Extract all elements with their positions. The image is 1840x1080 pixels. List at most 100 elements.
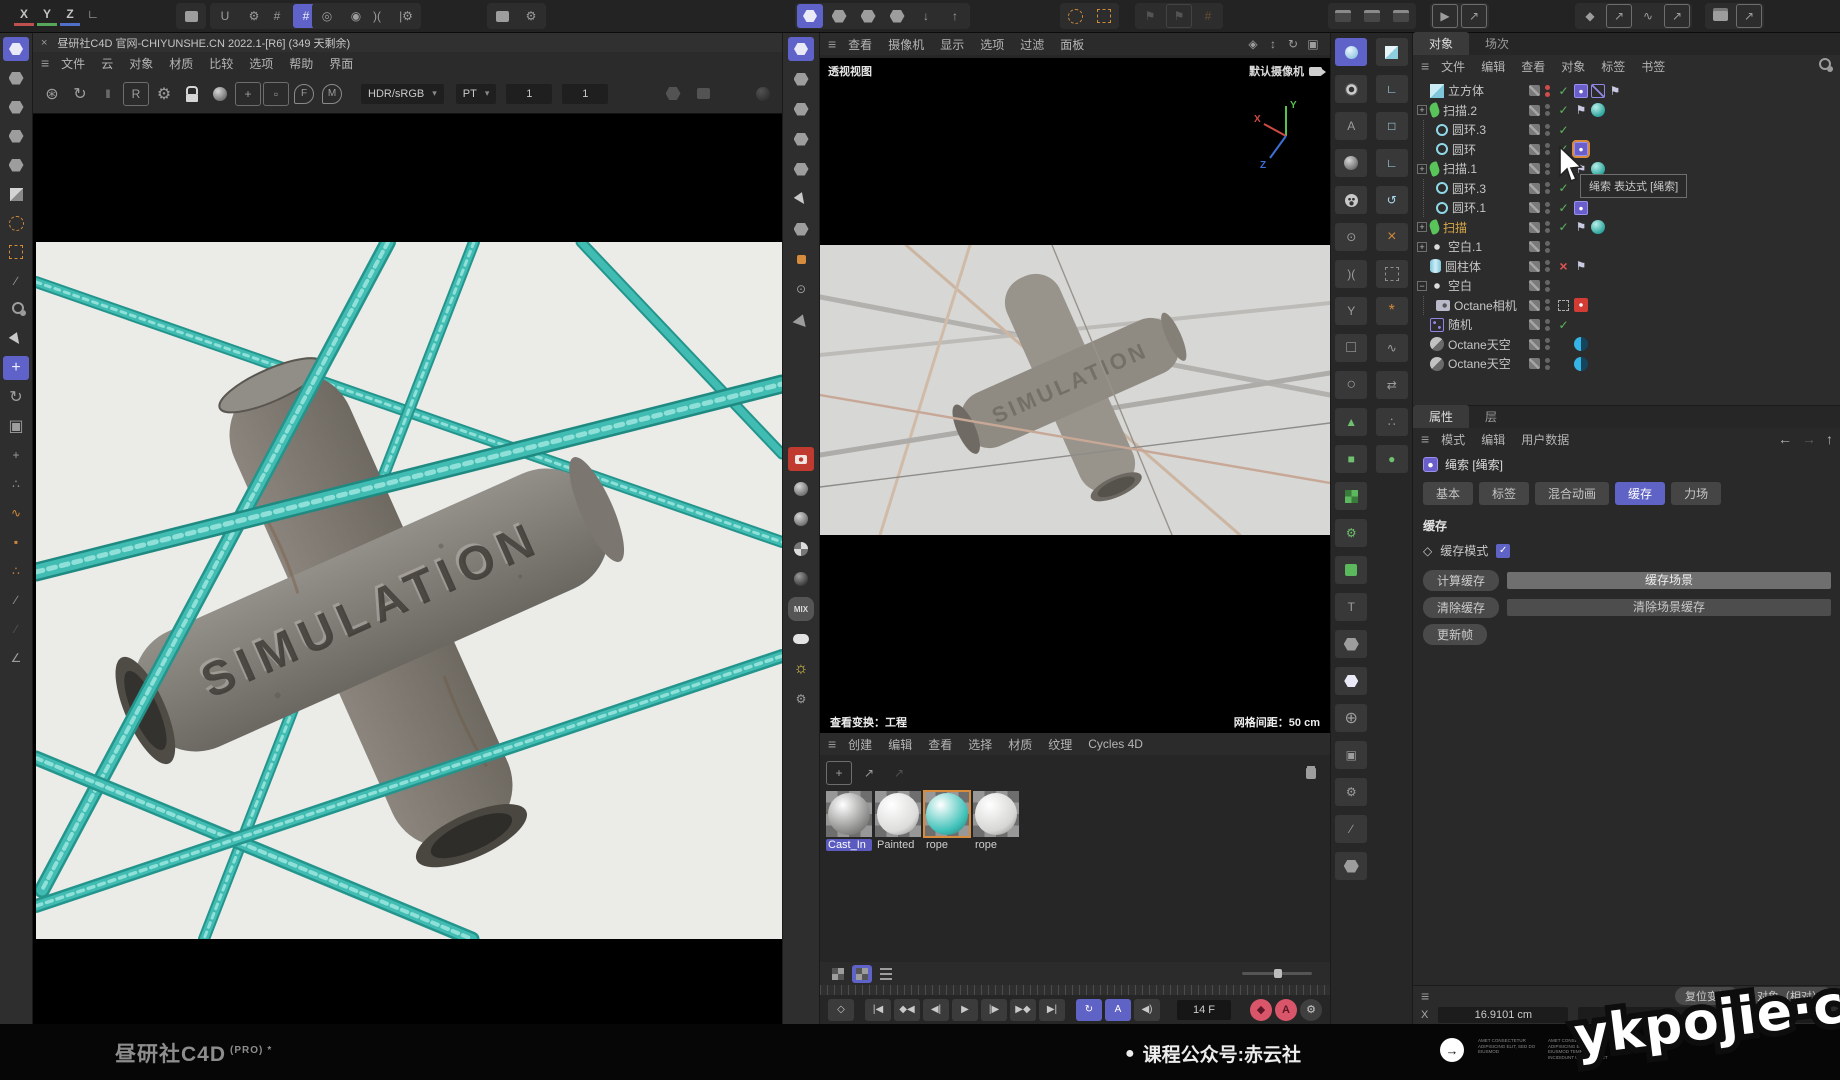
enable-check[interactable]: ✓	[1556, 103, 1571, 117]
x-orange-icon[interactable]: ×	[1376, 223, 1408, 251]
live-select-circle-icon[interactable]	[1062, 4, 1088, 28]
face-icon[interactable]	[1335, 186, 1367, 214]
new-doc-icon[interactable]	[489, 4, 515, 28]
tab-objects[interactable]: 对象	[1413, 32, 1469, 55]
menu-icon[interactable]: ≡	[828, 36, 836, 52]
mesh-hex-icon[interactable]	[660, 82, 686, 106]
material-item[interactable]: rope	[973, 791, 1019, 851]
menu-objects[interactable]: 对象	[1561, 58, 1585, 75]
menu-icon[interactable]: ≡	[1421, 988, 1429, 1004]
quantize-icon[interactable]: #	[264, 4, 290, 28]
region-render-icon[interactable]: R	[123, 82, 149, 106]
enable-check[interactable]: ✓	[1556, 123, 1571, 137]
focus-picker-icon[interactable]: F	[294, 84, 314, 104]
tab-tag[interactable]: 标签	[1479, 482, 1529, 505]
material-tag[interactable]	[1591, 220, 1605, 234]
record-keyframe-button[interactable]: ◆	[1250, 999, 1272, 1021]
ball-small-icon[interactable]	[750, 82, 776, 106]
matball-checker-icon[interactable]	[788, 537, 814, 561]
thumb-grid-small-icon[interactable]	[828, 965, 848, 983]
material-name[interactable]: Cast_In	[826, 839, 872, 851]
tab-basic[interactable]: 基本	[1423, 482, 1473, 505]
octane-lock-cam-icon[interactable]	[788, 447, 814, 471]
visibility-dots[interactable]	[1545, 85, 1550, 97]
clear-cache-button[interactable]: 清除缓存	[1423, 597, 1499, 618]
object-row-null1[interactable]: +空白.1	[1413, 237, 1840, 257]
object-row-random[interactable]: 随机 ✓	[1413, 315, 1840, 335]
pencil-tool-icon[interactable]: ∕	[3, 588, 29, 612]
prev-key-button[interactable]: ◆◀	[894, 999, 920, 1021]
magnet-icon[interactable]: U	[212, 4, 238, 28]
spline-tag[interactable]	[1591, 84, 1605, 98]
marker-orange-icon[interactable]	[788, 247, 814, 271]
menu-file[interactable]: 文件	[61, 55, 85, 72]
autokey-track-button[interactable]: A	[1105, 999, 1131, 1021]
pause-render-icon[interactable]: ‖	[95, 82, 121, 106]
dolly-icon[interactable]: ↕	[1264, 32, 1282, 56]
expander[interactable]: +	[1417, 105, 1427, 115]
tab-cache[interactable]: 缓存	[1615, 482, 1665, 505]
menu-tags[interactable]: 标签	[1601, 58, 1625, 75]
thumb-grid-large-icon[interactable]	[852, 965, 872, 983]
lock-resolution-icon[interactable]	[179, 82, 205, 106]
square-cyan-icon[interactable]: □	[1376, 112, 1408, 140]
update-frame-button[interactable]: 更新帧	[1423, 624, 1487, 645]
pick-material-icon[interactable]: ↗	[886, 761, 912, 785]
material-preview[interactable]	[973, 791, 1019, 837]
thumb-list-icon[interactable]	[876, 965, 896, 983]
octane-viewport-icon[interactable]	[3, 37, 29, 61]
render-view-icon[interactable]	[1330, 4, 1356, 28]
measure-tool-icon[interactable]: ∠	[3, 646, 29, 670]
grid-orange-icon[interactable]: #	[1195, 4, 1221, 28]
material-picker-icon[interactable]: M	[322, 84, 342, 104]
menu-options[interactable]: 选项	[249, 55, 273, 72]
axis-x-button[interactable]: X	[14, 4, 34, 26]
orbit-icon[interactable]: ↻	[1284, 32, 1302, 56]
goto-end-button[interactable]: ▶|	[1039, 999, 1065, 1021]
sky-environment-tag[interactable]	[1574, 357, 1588, 371]
next-frame-button[interactable]: |▶	[981, 999, 1007, 1021]
menu-icon[interactable]: ≡	[1421, 58, 1429, 74]
white-card-icon[interactable]	[788, 627, 814, 651]
dash-grid-icon[interactable]	[1376, 260, 1408, 288]
render-settings-icon[interactable]	[1388, 4, 1414, 28]
pencil-icon[interactable]: ∕	[1335, 815, 1367, 843]
prev-frame-button[interactable]: ◀|	[923, 999, 949, 1021]
mix-material-icon[interactable]: MIX	[788, 597, 814, 621]
menu-view[interactable]: 查看	[848, 36, 872, 53]
preview-ball-icon[interactable]	[207, 82, 233, 106]
tab-forces[interactable]: 力场	[1671, 482, 1721, 505]
loop-button[interactable]: ↻	[1076, 999, 1102, 1021]
menu-bookmarks[interactable]: 书签	[1641, 58, 1665, 75]
sound-button[interactable]: ◀)	[1134, 999, 1160, 1021]
pick-object-icon[interactable]: ▫	[263, 82, 289, 106]
flag-box-icon[interactable]: ⚑	[1166, 4, 1192, 28]
denoise-icon[interactable]	[690, 82, 716, 106]
brush-tool-icon[interactable]: ∕	[3, 269, 29, 293]
menu-create[interactable]: 创建	[848, 736, 872, 753]
joint-icon[interactable]: Y	[1335, 297, 1367, 325]
axis-z-button[interactable]: Z	[60, 4, 80, 26]
layer-chip[interactable]	[1529, 105, 1540, 116]
multi-axis-tool-icon[interactable]: ∴	[3, 472, 29, 496]
expand-diamond-icon[interactable]: ◇	[1423, 544, 1432, 558]
point-mode-tool-icon[interactable]	[3, 66, 29, 90]
menu-icon[interactable]: ≡	[41, 55, 49, 71]
menu-cloud[interactable]: 云	[101, 55, 113, 72]
uv-hex-icon[interactable]	[788, 157, 814, 181]
doc-options-icon[interactable]: ⚙	[518, 4, 544, 28]
thumbnail-size-slider[interactable]	[1242, 972, 1312, 975]
play-button[interactable]: ▶	[952, 999, 978, 1021]
flag-tag[interactable]: ⚑	[1574, 103, 1588, 117]
menu-edit[interactable]: 编辑	[1481, 431, 1505, 448]
matball-dark-icon[interactable]	[788, 567, 814, 591]
export-icon[interactable]: ↑	[942, 4, 968, 28]
object-row-null[interactable]: −空白	[1413, 276, 1840, 296]
colorspace-select[interactable]: HDR/sRGB▾	[361, 84, 444, 104]
shader-ball-icon[interactable]	[1335, 149, 1367, 177]
enable-check[interactable]: ✓	[1556, 84, 1571, 98]
fcurve-window-icon[interactable]: ↗	[1664, 4, 1690, 28]
tree-icon[interactable]: ▲	[1335, 408, 1367, 436]
symmetry-icon[interactable]: )(	[364, 4, 390, 28]
zoom-tool-icon[interactable]	[3, 298, 29, 322]
